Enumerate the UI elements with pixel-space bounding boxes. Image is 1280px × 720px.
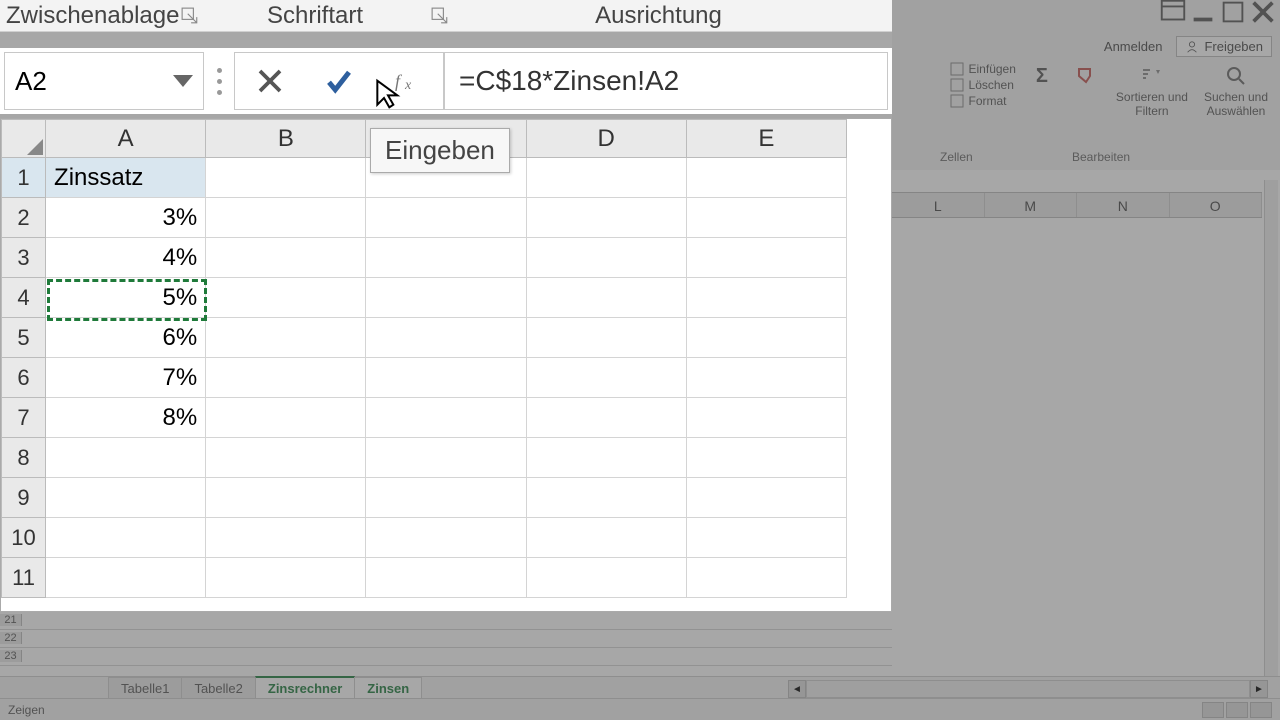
row-header[interactable]: 2 — [2, 198, 46, 238]
spreadsheet-grid[interactable]: A B C D E 1 Zinssatz 23% 34% 45% 56% 67%… — [0, 118, 892, 612]
select-all-corner[interactable] — [2, 120, 46, 158]
cells-group-label: Zellen — [940, 150, 973, 164]
dialog-launcher-icon[interactable] — [181, 4, 199, 22]
sort-filter-icon — [1138, 62, 1166, 90]
scroll-right-icon[interactable]: ► — [1250, 680, 1268, 698]
check-icon — [324, 66, 354, 96]
format-cells-icon — [950, 94, 964, 108]
cell[interactable] — [46, 518, 206, 558]
cell[interactable]: 8% — [46, 398, 206, 438]
formula-bar: A2 f x =C$18*Zinsen!A2 — [0, 48, 892, 114]
cell[interactable] — [206, 158, 366, 198]
find-select-button[interactable]: Suchen und Auswählen — [1200, 60, 1272, 120]
search-icon — [1222, 62, 1250, 90]
cell[interactable] — [46, 558, 206, 598]
svg-text:x: x — [404, 78, 412, 93]
cell[interactable] — [526, 158, 686, 198]
row-header[interactable]: 3 — [2, 238, 46, 278]
row-header[interactable]: 7 — [2, 398, 46, 438]
col-header[interactable]: E — [686, 120, 846, 158]
minimize-icon[interactable] — [1188, 2, 1218, 22]
sheet-tab-active[interactable]: Zinsrechner — [255, 676, 355, 699]
autosum-button[interactable]: Σ — [1024, 60, 1060, 120]
cursor-icon — [372, 78, 404, 115]
row-header[interactable]: 11 — [2, 558, 46, 598]
scroll-left-icon[interactable]: ◄ — [788, 680, 806, 698]
sheet-tab[interactable]: Tabelle2 — [181, 677, 255, 699]
cell[interactable]: 6% — [46, 318, 206, 358]
view-pagebreak-icon[interactable] — [1250, 702, 1272, 718]
cancel-button[interactable] — [235, 53, 304, 109]
x-icon — [255, 66, 285, 96]
cell[interactable] — [686, 158, 846, 198]
bg-column-headers: L M N O — [892, 192, 1262, 218]
ribbon-right: Anmelden Freigeben Einfügen Löschen Form… — [892, 0, 1280, 170]
vertical-scrollbar[interactable] — [1264, 180, 1278, 676]
sigma-icon: Σ — [1028, 62, 1056, 90]
row-header[interactable]: 5 — [2, 318, 46, 358]
fill-button[interactable] — [1068, 60, 1104, 120]
maximize-icon[interactable] — [1218, 2, 1248, 22]
col-header[interactable]: B — [206, 120, 366, 158]
sheet-tab[interactable]: Tabelle1 — [108, 677, 182, 699]
cell[interactable]: 5% — [46, 278, 206, 318]
horizontal-scrollbar[interactable]: ◄ ► — [788, 680, 1268, 698]
enter-tooltip: Eingeben — [370, 128, 510, 173]
cell[interactable] — [46, 438, 206, 478]
row-header[interactable]: 8 — [2, 438, 46, 478]
insert-cells-icon — [950, 62, 964, 76]
row-header[interactable]: 10 — [2, 518, 46, 558]
cell[interactable]: Zinssatz — [46, 158, 206, 198]
row-header[interactable]: 6 — [2, 358, 46, 398]
status-mode: Zeigen — [8, 703, 45, 717]
col-header[interactable]: D — [526, 120, 686, 158]
edit-group-label: Bearbeiten — [1072, 150, 1130, 164]
sheet-tab[interactable]: Zinsen — [354, 677, 422, 699]
bg-rows: 21 22 23 — [0, 612, 892, 666]
share-icon — [1185, 40, 1199, 54]
cell[interactable]: 4% — [46, 238, 206, 278]
cell[interactable]: 3% — [46, 198, 206, 238]
ribbon-collapse-icon[interactable] — [1158, 2, 1188, 22]
ribbon-groups: Zwischenablage Schriftart Ausrichtung — [0, 0, 892, 32]
clipboard-group-label: Zwischenablage — [6, 2, 179, 29]
row-header[interactable]: 4 — [2, 278, 46, 318]
cell[interactable] — [46, 478, 206, 518]
cells-group: Einfügen Löschen Format — [950, 60, 1016, 120]
cell[interactable]: 7% — [46, 358, 206, 398]
row-header[interactable]: 9 — [2, 478, 46, 518]
sheet-tabs: Tabelle1 Tabelle2 Zinsrechner Zinsen ◄ ► — [0, 676, 1280, 698]
sort-filter-button[interactable]: Sortieren und Filtern — [1112, 60, 1192, 120]
alignment-group-label: Ausrichtung — [595, 2, 722, 29]
font-group-label: Schriftart — [267, 2, 363, 29]
formula-bar-separator — [204, 68, 234, 95]
close-icon[interactable] — [1248, 2, 1278, 22]
signin-link[interactable]: Anmelden — [1104, 39, 1163, 54]
name-box[interactable]: A2 — [4, 52, 204, 110]
view-layout-icon[interactable] — [1226, 702, 1248, 718]
formula-input[interactable]: =C$18*Zinsen!A2 — [444, 52, 888, 110]
col-header[interactable]: A — [46, 120, 206, 158]
delete-cells-icon — [950, 78, 964, 92]
status-bar: Zeigen — [0, 698, 1280, 720]
chevron-down-icon[interactable] — [173, 75, 193, 87]
row-header[interactable]: 1 — [2, 158, 46, 198]
view-normal-icon[interactable] — [1202, 702, 1224, 718]
fill-icon — [1072, 62, 1100, 90]
enter-button[interactable] — [304, 53, 373, 109]
share-button[interactable]: Freigeben — [1176, 36, 1272, 57]
dialog-launcher-icon[interactable] — [431, 4, 449, 22]
